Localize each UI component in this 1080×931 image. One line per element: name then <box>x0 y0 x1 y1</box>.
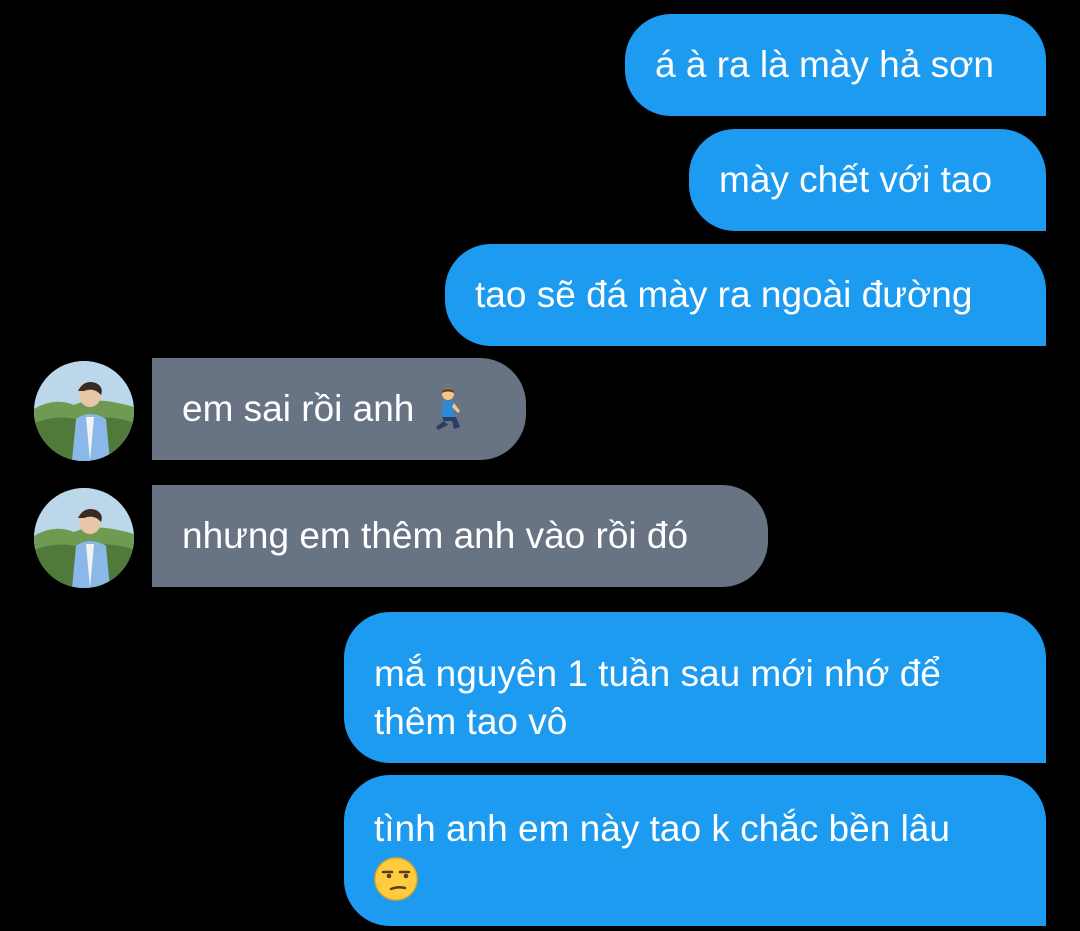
unamused-face-emoji <box>374 857 418 901</box>
incoming-message-bubble[interactable]: nhưng em thêm anh vào rồi đó <box>152 485 768 587</box>
message-text: em sai rồi anh <box>182 388 415 429</box>
outgoing-message-bubble[interactable]: tao sẽ đá mày ra ngoài đường <box>445 244 1046 346</box>
outgoing-message-bubble[interactable]: mắ nguyên 1 tuần sau mới nhớ để thêm tao… <box>344 612 1046 763</box>
incoming-message-bubble[interactable]: em sai rồi anh <box>152 358 526 460</box>
outgoing-message-bubble[interactable]: tình anh em này tao k chắc bền lâu <box>344 775 1046 926</box>
contact-avatar[interactable] <box>34 361 134 461</box>
kneeling-person-emoji <box>436 388 461 430</box>
message-text: á à ra là mày hả sơn <box>655 44 994 85</box>
message-text: mày chết với tao <box>719 159 993 200</box>
message-text-line: thêm tao vô <box>374 701 568 742</box>
message-text: nhưng em thêm anh vào rồi đó <box>182 515 689 556</box>
contact-avatar-photo <box>34 488 134 588</box>
outgoing-message-bubble[interactable]: mày chết với tao <box>689 129 1046 231</box>
message-text-line: tình anh em này tao k chắc bền lâu <box>374 808 950 849</box>
message-thread: á à ra là mày hả sơn mày chết với tao ta… <box>0 0 1080 931</box>
contact-avatar-photo <box>34 361 134 461</box>
outgoing-message-bubble[interactable]: á à ra là mày hả sơn <box>625 14 1046 116</box>
emoji-line <box>374 853 950 901</box>
message-text-line: mắ nguyên 1 tuần sau mới nhớ để <box>374 653 941 694</box>
message-text: tao sẽ đá mày ra ngoài đường <box>475 274 973 315</box>
contact-avatar[interactable] <box>34 488 134 588</box>
